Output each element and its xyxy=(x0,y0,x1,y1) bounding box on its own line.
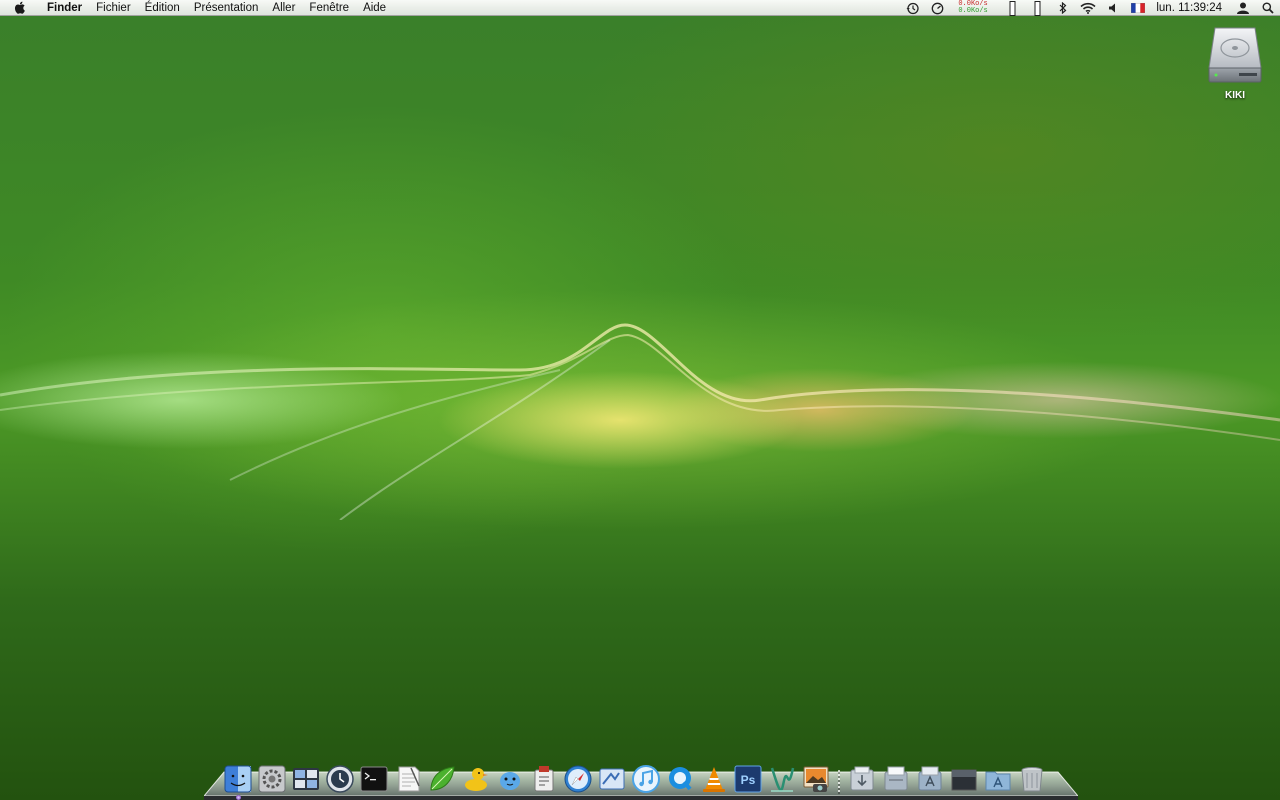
iphoto-icon xyxy=(803,766,829,792)
menu-extras: 0.0Ko/s 0.0Ko/s lun. 11:39:24 xyxy=(900,0,1280,16)
menu-aide[interactable]: Aide xyxy=(356,0,393,16)
dock-item-textedit[interactable] xyxy=(392,756,424,794)
running-indicator xyxy=(236,795,241,800)
dreamweaver-icon xyxy=(770,767,795,792)
time-machine-icon xyxy=(906,2,919,14)
memory-meter-menu[interactable] xyxy=(1000,0,1025,16)
dock: Ps xyxy=(222,752,1048,794)
desktop-item-hard-drive[interactable]: KIKI xyxy=(1200,24,1270,108)
menu-edition[interactable]: Édition xyxy=(138,0,187,16)
apple-icon xyxy=(14,1,25,14)
activity-meter-icon xyxy=(931,2,944,14)
dock-item-documents-stack[interactable] xyxy=(880,756,912,794)
dock-item-leaf[interactable] xyxy=(426,756,458,794)
adium-icon xyxy=(500,772,520,790)
downloads-stack-icon xyxy=(850,766,874,791)
wifi-icon xyxy=(1080,2,1096,14)
input-source-menu[interactable] xyxy=(1125,0,1150,16)
vlc-icon xyxy=(703,767,725,792)
dock-item-photoshop[interactable]: Ps xyxy=(732,756,764,794)
screen-stack-icon xyxy=(951,769,977,791)
hard-drive-icon xyxy=(1208,27,1262,83)
dock-item-dreamweaver[interactable] xyxy=(766,756,798,794)
dock-item-terminal[interactable] xyxy=(358,756,390,794)
user-menu[interactable] xyxy=(1230,0,1255,16)
dock-item-system-preferences[interactable] xyxy=(256,756,288,794)
time-machine-icon xyxy=(326,765,354,793)
dock-item-cyberduck[interactable] xyxy=(460,756,492,794)
dock-item-trash[interactable] xyxy=(1016,756,1048,794)
dock-item-spaces[interactable] xyxy=(290,756,322,794)
documents-stack-icon xyxy=(884,766,908,791)
photoshop-icon: Ps xyxy=(734,765,762,793)
menu-aller[interactable]: Aller xyxy=(265,0,302,16)
dock-separator[interactable] xyxy=(834,756,844,794)
safari-icon xyxy=(564,765,592,793)
activity-meter-menu[interactable] xyxy=(925,0,950,16)
volume-icon xyxy=(1108,3,1115,13)
apps-folder-icon xyxy=(985,771,1011,791)
network-rate-meter[interactable]: 0.0Ko/s 0.0Ko/s xyxy=(950,0,1000,16)
apple-menu[interactable] xyxy=(0,0,40,16)
cpu-bar-icon xyxy=(1034,0,1041,16)
dock-apps: Ps xyxy=(222,756,832,794)
dock-item-adium[interactable] xyxy=(494,756,526,794)
menu-fenetre[interactable]: Fenêtre xyxy=(302,0,356,16)
dock-item-itunes[interactable] xyxy=(630,756,662,794)
textedit-icon xyxy=(398,766,420,792)
dock-item-apps-folder[interactable] xyxy=(982,756,1014,794)
dock-item-script-editor[interactable] xyxy=(528,756,560,794)
wifi-menu[interactable] xyxy=(1075,0,1100,16)
applications-stack-icon xyxy=(918,766,942,791)
itunes-icon xyxy=(632,765,660,793)
spotlight-menu[interactable] xyxy=(1255,0,1280,16)
mail-icon xyxy=(599,768,625,790)
quicktime-icon xyxy=(669,767,692,791)
wallpaper-light-waves xyxy=(0,323,1280,520)
menu-presentation[interactable]: Présentation xyxy=(187,0,266,16)
dock-item-iphoto[interactable] xyxy=(800,756,832,794)
bluetooth-icon xyxy=(1059,2,1067,14)
menubar-clock[interactable]: lun. 11:39:24 xyxy=(1150,2,1230,14)
svg-text:Ps: Ps xyxy=(741,773,756,787)
cpu-meter-menu[interactable] xyxy=(1025,0,1050,16)
dock-item-downloads-stack[interactable] xyxy=(846,756,878,794)
spotlight-icon xyxy=(1262,2,1274,14)
dock-item-finder[interactable] xyxy=(222,756,254,794)
finder-icon xyxy=(224,765,252,793)
trash-icon xyxy=(1021,767,1043,792)
desktop-wallpaper xyxy=(0,0,1280,800)
bluetooth-menu[interactable] xyxy=(1050,0,1075,16)
system-preferences-icon xyxy=(258,765,286,793)
download-rate: 0.0Ko/s xyxy=(958,7,988,15)
leaf-icon xyxy=(430,766,455,791)
terminal-icon xyxy=(360,766,388,792)
dock-item-quicktime[interactable] xyxy=(664,756,696,794)
volume-menu[interactable] xyxy=(1100,0,1125,16)
dock-item-vlc[interactable] xyxy=(698,756,730,794)
app-menu-finder[interactable]: Finder xyxy=(40,0,89,16)
menu-bar: Finder Fichier Édition Présentation Alle… xyxy=(0,0,1280,16)
spaces-icon xyxy=(293,768,319,790)
dock-stacks xyxy=(846,756,1048,794)
script-editor-icon xyxy=(534,766,554,792)
dock-item-applications-stack[interactable] xyxy=(914,756,946,794)
french-flag-icon xyxy=(1130,3,1145,13)
dock-item-time-machine[interactable] xyxy=(324,756,356,794)
dock-item-screen-stack[interactable] xyxy=(948,756,980,794)
dock-item-safari[interactable] xyxy=(562,756,594,794)
dock-item-mail[interactable] xyxy=(596,756,628,794)
time-machine-menu[interactable] xyxy=(900,0,925,16)
cyberduck-icon xyxy=(465,768,488,791)
desktop-item-label: KIKI xyxy=(1225,90,1245,101)
memory-bar-icon xyxy=(1009,0,1016,16)
menu-fichier[interactable]: Fichier xyxy=(89,0,138,16)
user-icon xyxy=(1236,2,1249,14)
